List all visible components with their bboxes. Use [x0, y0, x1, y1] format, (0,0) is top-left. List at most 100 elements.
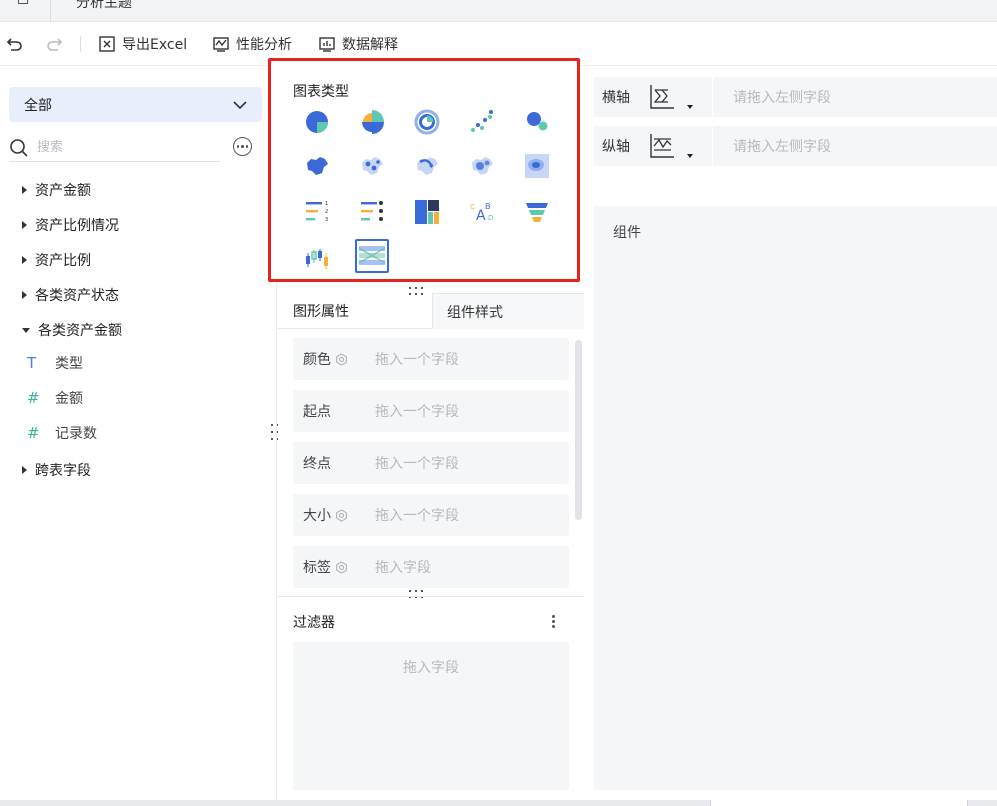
- prop-start[interactable]: 起点 拖入一个字段: [293, 390, 569, 432]
- divider: [50, 0, 51, 22]
- gear-icon[interactable]: [335, 560, 348, 574]
- heatmap-icon[interactable]: [522, 151, 552, 181]
- prop-placeholder: 拖入一个字段: [375, 352, 459, 368]
- ring-chart-icon[interactable]: [412, 107, 442, 137]
- svg-text:D: D: [488, 214, 493, 222]
- heat-point-map-icon[interactable]: [467, 151, 497, 181]
- ranked-bar-icon[interactable]: 1 2 3: [302, 197, 332, 227]
- field-label: 金额: [55, 391, 83, 407]
- svg-text:C: C: [470, 203, 475, 211]
- export-excel-button[interactable]: 导出Excel: [98, 22, 187, 66]
- x-axis-label-box[interactable]: 横轴: [594, 77, 712, 117]
- prop-label: 颜色: [303, 352, 331, 368]
- tree-item-cross-table[interactable]: 跨表字段: [22, 460, 91, 480]
- y-axis-row: 纵轴 请拖入左侧字段: [594, 126, 997, 166]
- gear-icon[interactable]: [335, 508, 348, 522]
- prop-label: 标签: [303, 560, 331, 576]
- component-canvas[interactable]: 组件: [594, 206, 997, 790]
- expand-arrow-icon: [22, 291, 27, 299]
- expand-arrow-icon: [22, 221, 27, 229]
- field-label: 记录数: [55, 426, 97, 442]
- tree-item-asset-amount[interactable]: 资产金额: [22, 180, 91, 200]
- attribute-tabs: 图形属性 组件样式: [278, 293, 584, 329]
- prop-placeholder: 拖入字段: [375, 560, 431, 576]
- chevron-down-icon: [687, 105, 693, 109]
- tree-item-asset-ratio[interactable]: 资产比例: [22, 250, 91, 270]
- field-label: 类型: [55, 356, 83, 372]
- prop-label-field[interactable]: 标签 拖入字段: [293, 546, 569, 588]
- y-axis-drop-zone[interactable]: 请拖入左侧字段: [713, 126, 997, 166]
- filter-menu-icon[interactable]: [552, 615, 555, 628]
- search-input[interactable]: [37, 140, 207, 155]
- area-map-icon[interactable]: [302, 151, 332, 181]
- table-selector[interactable]: 全部: [9, 87, 262, 122]
- candlestick-icon[interactable]: [302, 243, 332, 273]
- window-titlebar: 分析主题: [0, 0, 997, 22]
- tree-item-label: 资产比例情况: [35, 218, 119, 234]
- horizontal-scrollbar[interactable]: [0, 800, 997, 806]
- redo-button[interactable]: [45, 22, 69, 66]
- x-axis-row: 横轴 请拖入左侧字段: [594, 77, 997, 117]
- tree-item-asset-type-amount[interactable]: 各类资产金额: [22, 320, 122, 340]
- search-icon: [10, 138, 28, 157]
- excel-icon: [99, 36, 115, 52]
- number-field-icon: #: [27, 389, 40, 407]
- x-axis-drop-zone[interactable]: 请拖入左侧字段: [713, 77, 997, 117]
- dot-bar-icon[interactable]: [357, 197, 387, 227]
- field-type[interactable]: T 类型: [27, 353, 83, 373]
- filter-placeholder: 拖入字段: [403, 660, 459, 676]
- search-box: [9, 134, 220, 162]
- sankey-icon[interactable]: [355, 239, 389, 273]
- field-record-count[interactable]: # 记录数: [27, 423, 97, 443]
- record-count-icon: #: [27, 424, 40, 442]
- tree-item-asset-state[interactable]: 各类资产状态: [22, 285, 119, 305]
- tree-item-label: 各类资产金额: [38, 323, 122, 339]
- expand-arrow-icon: [22, 466, 27, 474]
- prop-color[interactable]: 颜色 拖入一个字段: [293, 338, 569, 380]
- filter-drop-zone[interactable]: 拖入字段: [293, 642, 569, 790]
- property-scrollbar[interactable]: [575, 340, 582, 520]
- chevron-down-icon: [687, 154, 693, 158]
- prop-size[interactable]: 大小 拖入一个字段: [293, 494, 569, 536]
- tree-item-label: 各类资产状态: [35, 288, 119, 304]
- svg-text:B: B: [485, 202, 491, 211]
- svg-text:2: 2: [325, 209, 328, 215]
- component-label: 组件: [613, 225, 641, 241]
- prop-placeholder: 拖入一个字段: [375, 508, 459, 524]
- chart-type-panel: 图表类型 1 2 3 CABD: [268, 58, 580, 282]
- pie-chart-icon[interactable]: [302, 107, 332, 137]
- tree-item-label: 跨表字段: [35, 463, 91, 479]
- scatter-chart-icon[interactable]: [467, 107, 497, 137]
- chevron-down-icon: [233, 101, 247, 110]
- x-axis-label: 横轴: [602, 90, 630, 106]
- y-axis-label: 纵轴: [602, 139, 630, 155]
- svg-text:1: 1: [325, 201, 328, 207]
- expand-arrow-icon: [22, 186, 27, 194]
- tree-item-asset-ratio-status[interactable]: 资产比例情况: [22, 215, 119, 235]
- gear-icon[interactable]: [335, 352, 348, 366]
- treemap-icon[interactable]: [412, 197, 442, 227]
- bubble-chart-icon[interactable]: [522, 107, 552, 137]
- text-field-icon: T: [27, 354, 37, 372]
- undo-button[interactable]: [6, 22, 30, 66]
- y-axis-label-box[interactable]: 纵轴: [594, 126, 712, 166]
- prop-label: 起点: [303, 404, 331, 420]
- flow-map-icon[interactable]: [412, 151, 442, 181]
- more-options-icon[interactable]: [233, 137, 252, 156]
- word-cloud-icon[interactable]: CABD: [467, 197, 497, 227]
- expand-arrow-icon: [22, 256, 27, 264]
- point-map-icon[interactable]: [357, 151, 387, 181]
- rose-chart-icon[interactable]: [357, 107, 387, 137]
- tab-graphic-attributes[interactable]: 图形属性: [293, 293, 349, 329]
- funnel-icon[interactable]: [522, 197, 552, 227]
- scrollbar-thumb[interactable]: [710, 800, 968, 806]
- prop-placeholder: 拖入一个字段: [375, 456, 459, 472]
- window-title: 分析主题: [76, 0, 132, 11]
- chart-type-title: 图表类型: [293, 84, 349, 100]
- prop-end[interactable]: 终点 拖入一个字段: [293, 442, 569, 484]
- home-icon[interactable]: [18, 0, 28, 4]
- table-selector-value: 全部: [24, 97, 52, 114]
- export-label: 导出Excel: [122, 37, 188, 53]
- field-amount[interactable]: # 金额: [27, 388, 83, 408]
- tab-component-style[interactable]: 组件样式: [432, 293, 584, 329]
